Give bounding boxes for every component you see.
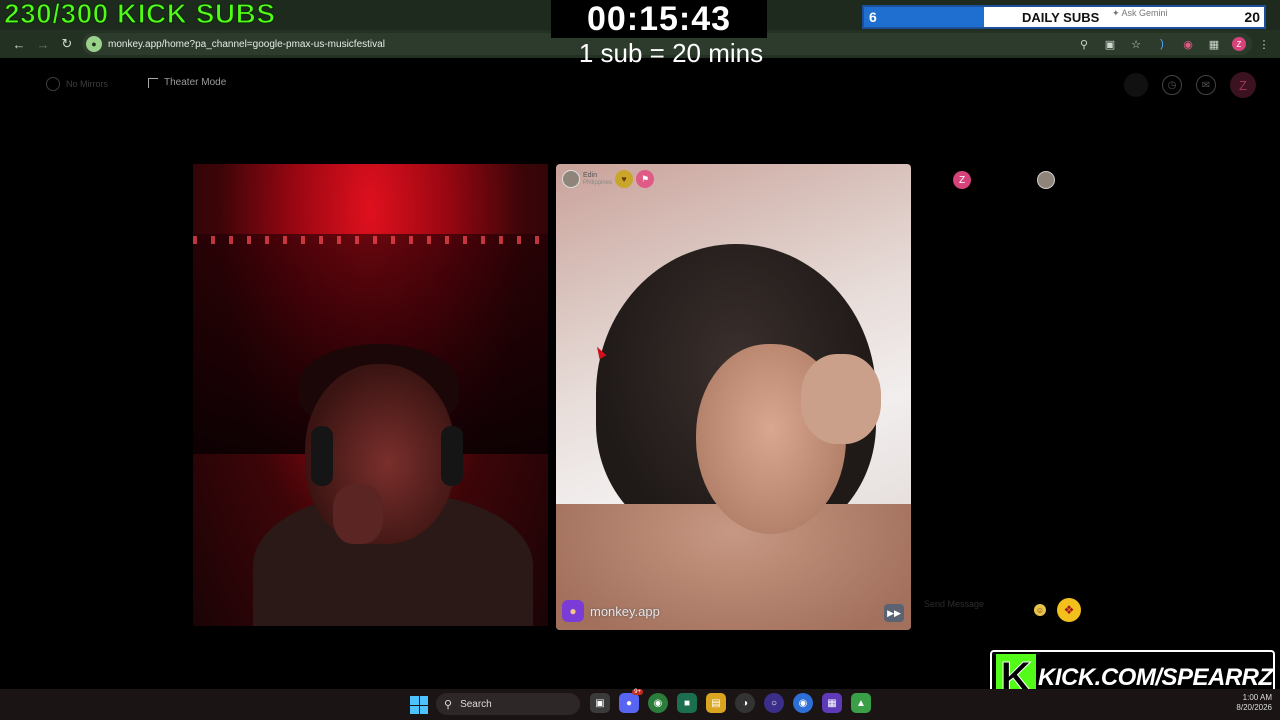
daily-subs-bar: 6 DAILY SUBS 20 — [862, 5, 1266, 29]
led-lights — [193, 236, 548, 244]
browser-toolbar-icons: ⚲ ▣ ☆ ) ◉ ▦ Z ⋮ — [1076, 33, 1272, 55]
peer-hand — [801, 354, 881, 444]
browser-profile-avatar[interactable]: Z — [1232, 37, 1246, 51]
ask-gemini-button[interactable]: ✦ Ask Gemini — [1112, 8, 1168, 19]
clock-time: 1:00 AM — [1242, 693, 1272, 702]
extension-shield-icon[interactable]: ◉ — [1180, 36, 1196, 52]
install-app-icon[interactable]: ▣ — [1102, 36, 1118, 52]
forward-icon[interactable]: → — [32, 33, 54, 55]
back-icon[interactable]: ← — [8, 33, 30, 55]
system-clock[interactable]: 1:00 AM 8/20/2026 — [1236, 693, 1272, 713]
apps-grid-icon[interactable]: ▦ — [822, 693, 842, 713]
status-dot — [1124, 73, 1148, 97]
history-icon[interactable]: ◷ — [1162, 75, 1182, 95]
peer-info[interactable]: Edin Philippines ♥ ⚑ — [562, 170, 655, 188]
timer-box: 00:15:43 — [551, 0, 767, 38]
countdown-timer: 00:15:43 — [586, 0, 732, 38]
kick-subs-goal: 230/300 KICK SUBS — [3, 0, 276, 30]
sub-rate-text: 1 sub = 20 mins — [578, 38, 764, 68]
monkey-brand: ● monkey.app — [562, 600, 660, 622]
task-view-icon[interactable]: ▣ — [590, 693, 610, 713]
no-mirrors-label: No Mirrors — [66, 79, 108, 89]
emoji-icon[interactable]: ☺ — [1034, 604, 1046, 616]
expand-icon — [148, 77, 158, 88]
theater-mode-label: Theater Mode — [164, 77, 227, 88]
daily-subs-goal: 20 — [1244, 9, 1260, 25]
kick-url: KICK.COM/SPEARRZ — [1038, 664, 1273, 691]
daily-subs-label: DAILY SUBS — [1022, 10, 1100, 25]
search-icon: ⚲ — [444, 698, 453, 711]
extension-audio-icon[interactable]: ) — [1154, 36, 1170, 52]
zoom-icon[interactable]: ⚲ — [1076, 36, 1092, 52]
chrome-icon[interactable]: ◉ — [648, 693, 668, 713]
taskbar-search[interactable]: ⚲ Search — [436, 693, 580, 715]
headphone-right — [441, 426, 463, 486]
reload-icon[interactable]: ↻ — [56, 33, 78, 55]
mirror-icon — [46, 77, 60, 91]
windows-start-icon[interactable] — [410, 696, 428, 714]
discord-badge: 9+ — [632, 689, 643, 695]
monkey-logo-icon: ● — [562, 600, 584, 622]
brand-text: monkey.app — [590, 603, 660, 619]
heart-badge-icon[interactable]: ♥ — [615, 170, 634, 188]
peer-flag-icon: ⚑ — [636, 170, 655, 188]
self-video — [193, 164, 548, 626]
send-message-input[interactable] — [924, 596, 1032, 612]
theater-mode-button[interactable]: Theater Mode — [148, 77, 226, 88]
chat-bubble-icon[interactable]: ✉ — [1196, 75, 1216, 95]
game-cube-icon[interactable]: ▲ — [851, 693, 871, 713]
file-explorer-icon[interactable]: ▤ — [706, 693, 726, 713]
site-info-icon[interactable]: ● — [86, 36, 102, 52]
app-header-actions: ◷ ✉ Z — [1124, 72, 1256, 98]
daily-subs-progress-fill — [864, 7, 984, 27]
chrome-canary-icon[interactable]: ◉ — [793, 693, 813, 713]
extensions-puzzle-icon[interactable]: ▦ — [1206, 36, 1222, 52]
skip-icon[interactable]: ▶▶ — [884, 604, 904, 622]
peer-avatar — [562, 170, 580, 188]
search-label: Search — [460, 698, 492, 710]
user-avatar[interactable]: Z — [1230, 72, 1256, 98]
clock-date: 8/20/2026 — [1236, 703, 1272, 712]
headphone-left — [311, 426, 333, 486]
gift-icon[interactable]: ❖ — [1057, 598, 1081, 622]
obs-icon[interactable]: ◑ — [735, 693, 755, 713]
peer-name: Edin — [583, 172, 598, 179]
discord-icon[interactable]: ● 9+ — [619, 689, 643, 713]
chat-peer-avatar — [1037, 171, 1055, 189]
daily-subs-current: 6 — [869, 9, 877, 25]
browser-menu-icon[interactable]: ⋮ — [1256, 36, 1272, 52]
url-text[interactable]: monkey.app/home?pa_channel=google-pmax-u… — [108, 39, 385, 50]
no-mirrors-toggle[interactable]: No Mirrors — [46, 77, 108, 91]
peer-text: Edin Philippines — [583, 172, 612, 186]
kick-app-icon[interactable]: ■ — [677, 693, 697, 713]
taskbar-apps: ▣ ● 9+ ◉ ■ ▤ ◑ ○ ◉ ▦ ▲ — [590, 689, 871, 713]
cortana-icon[interactable]: ○ — [764, 693, 784, 713]
chat-self-avatar: Z — [953, 171, 971, 189]
peer-video: Edin Philippines ♥ ⚑ ● monkey.app ▶▶ — [556, 164, 911, 630]
person-hand — [333, 484, 383, 544]
peer-country: Philippines — [583, 180, 613, 186]
bookmark-star-icon[interactable]: ☆ — [1128, 36, 1144, 52]
